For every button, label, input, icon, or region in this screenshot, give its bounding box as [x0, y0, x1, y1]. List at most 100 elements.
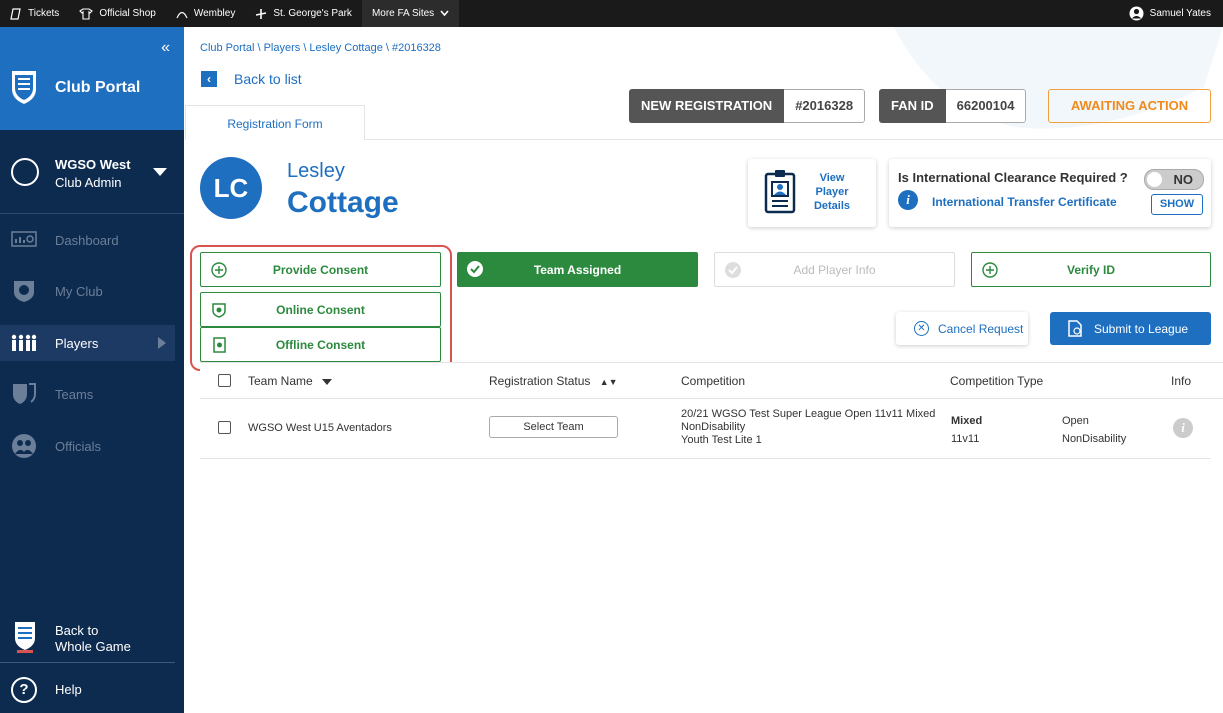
sidebar-item-label: Officials — [55, 438, 101, 454]
official-shop-label: Official Shop — [99, 8, 156, 19]
online-consent-button[interactable]: Online Consent — [200, 292, 441, 327]
cancel-request-button[interactable]: ✕ Cancel Request — [896, 312, 1028, 345]
submit-to-league-button[interactable]: Submit to League — [1050, 312, 1211, 345]
select-team-button[interactable]: Select Team — [489, 416, 618, 438]
team-assigned-button[interactable]: Team Assigned — [457, 252, 698, 287]
club-switcher[interactable]: WGSO West Club Admin — [0, 130, 184, 214]
user-avatar-icon — [1129, 6, 1144, 21]
tab-divider — [365, 139, 1223, 140]
info-icon: i — [898, 190, 918, 210]
dashboard-icon — [11, 228, 37, 252]
competition-type-cell: Mixed 11v11 — [951, 412, 982, 448]
help-link[interactable]: ? Help — [0, 675, 175, 705]
fa-crest-icon — [12, 71, 36, 104]
document-icon — [211, 337, 227, 353]
toggle-label: NO — [1173, 172, 1194, 187]
help-label: Help — [55, 682, 82, 697]
sidebar-title: Club Portal — [55, 79, 141, 96]
back-to-list-label: Back to list — [234, 71, 302, 87]
tickets-link[interactable]: Tickets — [0, 0, 69, 27]
club-name: WGSO West — [55, 157, 131, 172]
sidebar-item-dashboard[interactable]: Dashboard — [0, 222, 175, 258]
wembley-label: Wembley — [193, 8, 236, 19]
sidebar-item-label: Dashboard — [55, 232, 119, 248]
verify-id-button[interactable]: Verify ID — [971, 252, 1211, 287]
add-player-info-label: Add Player Info — [793, 262, 876, 277]
international-clearance-panel: Is International Clearance Required ? NO… — [889, 159, 1211, 227]
close-circle-icon: ✕ — [914, 321, 929, 336]
main-content: Club Portal \ Players \ Lesley Cottage \… — [184, 27, 1223, 713]
sidebar-item-officials[interactable]: Officials — [0, 428, 175, 464]
offline-consent-label: Offline Consent — [275, 337, 366, 352]
table-row: WGSO West U15 Aventadors Select Team 20/… — [200, 400, 1211, 459]
user-menu[interactable]: Samuel Yates — [1129, 0, 1211, 27]
offline-consent-button[interactable]: Offline Consent — [200, 327, 441, 362]
teams-icon — [11, 382, 37, 406]
wembley-link[interactable]: Wembley — [166, 0, 246, 27]
column-registration-status[interactable]: Registration Status ▲▼ — [489, 374, 618, 388]
back-to-whole-game-link[interactable]: Back to Whole Game — [0, 617, 175, 663]
chevron-left-icon: ‹ — [201, 71, 217, 87]
sidebar-item-label: Teams — [55, 386, 94, 402]
type-disability: NonDisability — [1062, 433, 1127, 445]
sidebar-header: « Club Portal — [0, 27, 184, 130]
sidebar-item-players[interactable]: Players — [0, 325, 175, 361]
st-georges-icon — [256, 8, 267, 19]
column-competition: Competition — [681, 374, 746, 388]
plus-circle-icon — [211, 262, 227, 278]
wembley-arch-icon — [176, 11, 188, 18]
back-to-label: Back to — [55, 623, 99, 638]
more-fa-sites-dropdown[interactable]: More FA Sites — [361, 0, 460, 27]
id-card-icon — [764, 170, 796, 214]
back-to-list-link[interactable]: ‹ Back to list — [201, 71, 302, 87]
submit-document-icon — [1068, 320, 1082, 337]
toggle-knob — [1147, 172, 1162, 187]
player-first-name: Lesley — [287, 160, 345, 182]
view-player-details-button[interactable]: View Player Details — [748, 159, 876, 227]
row-checkbox[interactable] — [218, 421, 231, 434]
cancel-request-label: Cancel Request — [938, 321, 1024, 336]
competition-age-cell: Open NonDisability — [1062, 412, 1126, 448]
st-georges-park-link[interactable]: St. George's Park — [245, 0, 362, 27]
add-player-info-button[interactable]: Add Player Info — [714, 252, 955, 287]
club-shield-icon — [11, 279, 37, 303]
select-all-checkbox[interactable] — [218, 374, 231, 387]
view-label: View — [819, 172, 845, 184]
sidebar: « Club Portal WGSO West Club Admin Dashb… — [0, 27, 184, 713]
top-bar: Tickets Official Shop Wembley St. George… — [0, 0, 1223, 27]
official-shop-link[interactable]: Official Shop — [69, 0, 166, 27]
team-name-cell: WGSO West U15 Aventadors — [248, 422, 392, 434]
team-assigned-label: Team Assigned — [533, 262, 622, 277]
view-player-details-label: View Player Details — [808, 171, 856, 213]
players-icon — [11, 331, 37, 355]
competition-line-1: 20/21 WGSO Test Super League Open 11v11 … — [681, 408, 936, 420]
online-consent-label: Online Consent — [276, 302, 365, 317]
tab-registration-form[interactable]: Registration Form — [185, 105, 365, 140]
plus-circle-icon — [982, 262, 998, 278]
info-icon[interactable]: i — [1173, 418, 1193, 438]
type-format: 11v11 — [951, 433, 980, 445]
fan-id-key: FAN ID — [879, 89, 946, 123]
status-badge: AWAITING ACTION — [1048, 89, 1211, 123]
officials-icon — [11, 434, 37, 458]
provide-consent-button[interactable]: Provide Consent — [200, 252, 441, 287]
registration-value: #2016328 — [784, 89, 866, 123]
international-clearance-question: Is International Clearance Required ? — [898, 170, 1128, 185]
competition-line-3: Youth Test Lite 1 — [681, 434, 762, 446]
shield-icon — [211, 302, 227, 318]
registration-badge: NEW REGISTRATION #2016328 — [629, 89, 866, 123]
sidebar-item-label: Players — [55, 335, 99, 351]
user-name: Samuel Yates — [1149, 8, 1211, 19]
collapse-sidebar-icon[interactable]: « — [161, 39, 170, 57]
club-role: Club Admin — [55, 175, 122, 190]
type-age: Open — [1062, 415, 1089, 427]
sidebar-item-teams[interactable]: Teams — [0, 376, 175, 412]
more-fa-sites-label: More FA Sites — [371, 8, 435, 19]
show-certificate-button[interactable]: SHOW — [1151, 194, 1203, 215]
sidebar-item-my-club[interactable]: My Club — [0, 273, 175, 309]
verify-id-label: Verify ID — [1066, 262, 1116, 277]
international-clearance-toggle[interactable]: NO — [1144, 169, 1204, 190]
breadcrumb[interactable]: Club Portal \ Players \ Lesley Cottage \… — [200, 42, 441, 54]
sort-icon: ▲▼ — [599, 377, 618, 387]
column-team-name[interactable]: Team Name — [248, 374, 333, 388]
